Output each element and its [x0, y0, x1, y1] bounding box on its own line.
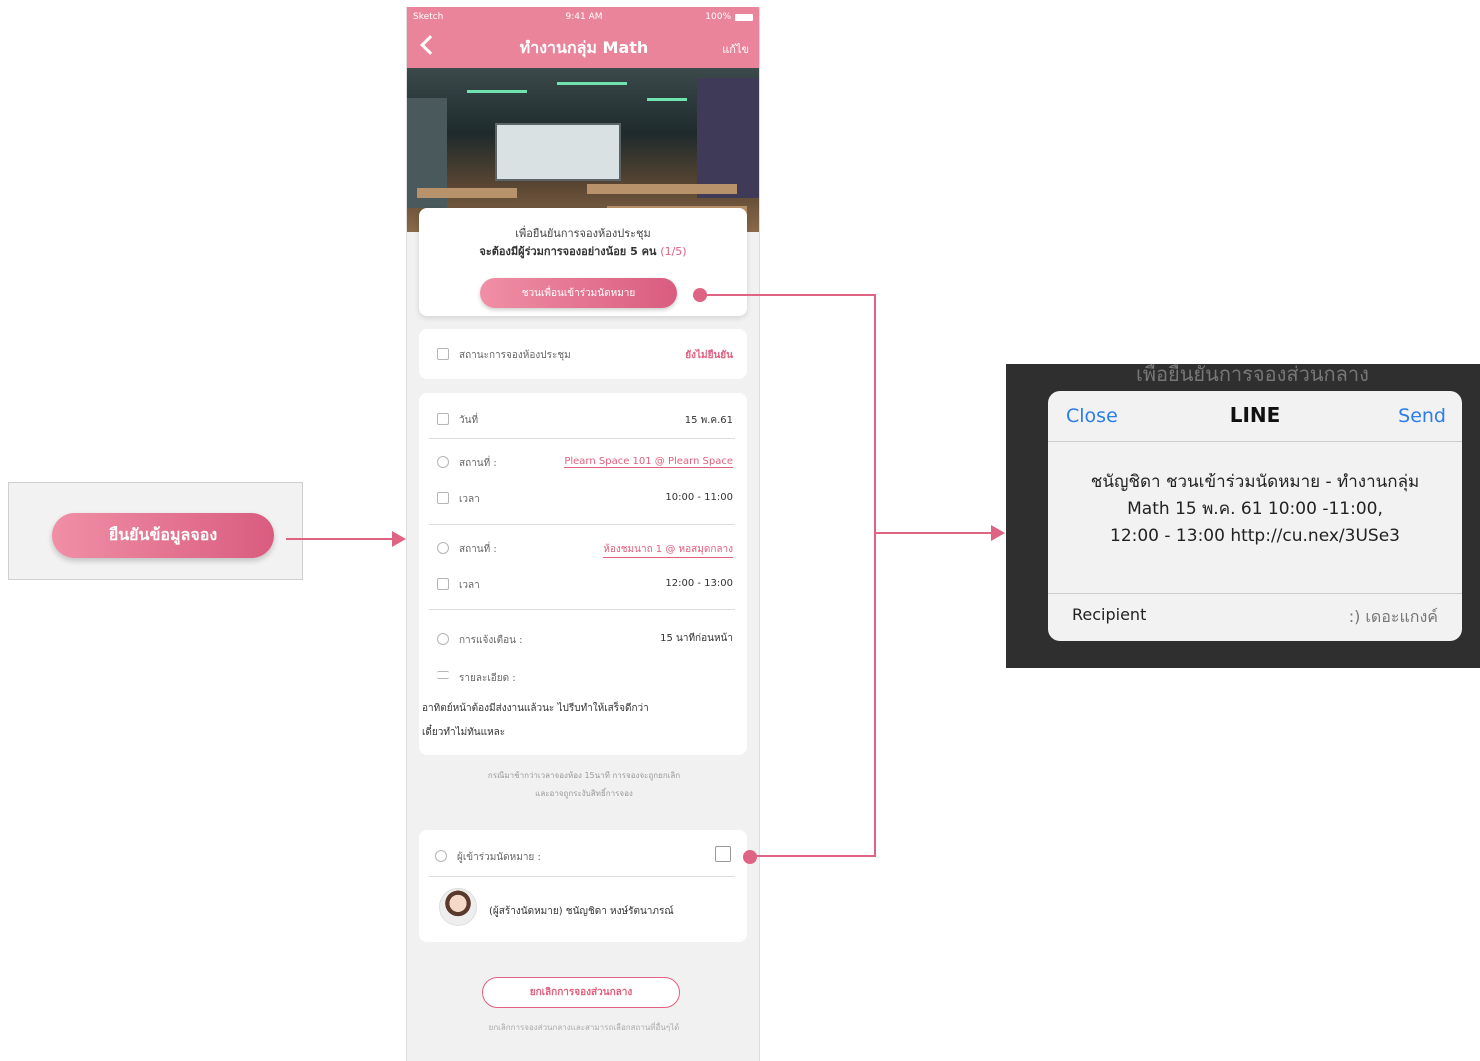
- share-icon[interactable]: [715, 846, 731, 862]
- place-label: สถานที่ :: [459, 458, 497, 469]
- divider: [1048, 441, 1462, 442]
- cancel-note: ยกเลิกการจองส่วนกลางและสามารถเลือกสถานที…: [488, 1023, 680, 1032]
- people-icon: [435, 850, 447, 862]
- creator-name: (ผู้สร้างนัดหมาย) ชนัญชิดา หงษ์รัตนาภรณ์: [489, 906, 674, 917]
- recipient-value[interactable]: :) เดอะแกงค์: [1349, 605, 1438, 630]
- battery-icon: [735, 14, 753, 21]
- date-label: วันที่: [459, 415, 479, 426]
- divider: [1048, 593, 1462, 594]
- invite-friends-button[interactable]: ชวนเพื่อนเข้าร่วมนัดหมาย: [480, 278, 677, 308]
- nav-bar: Sketch 9:41 AM 100% ทำงานกลุ่ม Math แก้ไ…: [407, 7, 759, 68]
- cancel-booking-button[interactable]: ยกเลิกการจองส่วนกลาง: [482, 977, 680, 1008]
- divider: [429, 438, 735, 439]
- photo-light: [557, 82, 627, 85]
- place-label: สถานที่ :: [459, 544, 497, 555]
- description-text: อาทิตย์หน้าต้องมีส่งงานแล้วนะ ไปรีบทำให้…: [422, 703, 649, 714]
- message-line: Math 15 พ.ค. 61 10:00 -11:00,: [1127, 499, 1383, 519]
- time-label: เวลา: [459, 580, 480, 591]
- photo-desk: [417, 188, 517, 198]
- line-share-dialog: Close LINE Send ชนัญชิดา ชวนเข้าร่วมนัดห…: [1048, 391, 1462, 641]
- projector-screen: [495, 123, 621, 181]
- battery-label: 100%: [705, 12, 731, 22]
- location-pin-icon: [437, 542, 449, 554]
- reminder-value: 15 นาทีก่อนหน้า: [660, 633, 733, 644]
- requirement-text: จะต้องมีผู้ร่วมการจองอย่างน้อย 5 คน (1/5…: [419, 242, 747, 260]
- message-line: ชนัญชิดา ชวนเข้าร่วมนัดหมาย - ทำงานกลุ่ม: [1090, 472, 1420, 492]
- photo-light: [647, 98, 687, 101]
- booking-status-label: สถานะการจองห้องประชุม: [459, 350, 571, 361]
- place-link[interactable]: ห้องชมนาถ 1 @ หอสมุดกลาง: [603, 542, 733, 558]
- booking-details-card: วันที่ 15 พ.ค.61 สถานที่ : Plearn Space …: [419, 393, 747, 755]
- connector-line: [286, 538, 392, 540]
- note-line: และอาจถูกระงับสิทธิ์การจอง: [535, 789, 633, 798]
- phone-screen: Sketch 9:41 AM 100% ทำงานกลุ่ม Math แก้ไ…: [406, 7, 760, 1061]
- recipient-label: Recipient: [1072, 605, 1147, 624]
- reminder-label: การแจ้งเตือน :: [459, 635, 523, 646]
- arrow-right-icon: [392, 531, 406, 547]
- page-title: ทำงานกลุ่ม Math: [519, 38, 649, 57]
- booking-status-value: ยังไม่ยืนยัน: [685, 350, 733, 361]
- divider: [429, 524, 735, 525]
- send-button[interactable]: Send: [1398, 405, 1446, 427]
- time-value: 12:00 - 13:00: [665, 578, 733, 589]
- calendar-icon: [437, 413, 449, 425]
- line-share-panel: เพื่อยืนยันการจองส่วนกลาง Close LINE Sen…: [1006, 364, 1480, 668]
- description-lines-icon: [437, 671, 449, 679]
- reminder-check-icon: [437, 633, 449, 645]
- document-icon: [437, 348, 449, 360]
- confirm-panel: ยืนยันข้อมูลจอง: [8, 482, 303, 580]
- photo-wall: [697, 78, 759, 198]
- arrow-right-icon: [991, 525, 1005, 541]
- message-line: 12:00 - 13:00 http://cu.nex/3USe3: [1110, 526, 1400, 546]
- share-message[interactable]: ชนัญชิดา ชวนเข้าร่วมนัดหมาย - ทำงานกลุ่ม…: [1068, 469, 1442, 550]
- booking-status-card: สถานะการจองห้องประชุม ยังไม่ยืนยัน: [419, 329, 747, 379]
- avatar: [439, 888, 477, 926]
- note-line: กรณีมาช้ากว่าเวลาจองห้อง 15นาที การจองจะ…: [487, 771, 681, 780]
- requirement-text: เพื่อยืนยันการจองห้องประชุม: [515, 227, 651, 240]
- divider: [429, 609, 735, 610]
- confirm-booking-button[interactable]: ยืนยันข้อมูลจอง: [52, 513, 274, 558]
- attendees-card: ผู้เข้าร่วมนัดหมาย : (ผู้สร้างนัดหมาย) ช…: [419, 830, 747, 942]
- location-pin-icon: [437, 456, 449, 468]
- late-arrival-note: กรณีมาช้ากว่าเวลาจองห้อง 15นาที การจองจะ…: [427, 767, 741, 803]
- attendees-label: ผู้เข้าร่วมนัดหมาย :: [457, 852, 541, 863]
- photo-desk: [587, 184, 737, 194]
- connector-dot: [743, 850, 757, 864]
- photo-light: [467, 90, 527, 93]
- calendar-icon: [437, 578, 449, 590]
- time-value: 10:00 - 11:00: [665, 492, 733, 503]
- background-text: เพื่อยืนยันการจองส่วนกลาง: [1136, 364, 1369, 386]
- requirement-text: จะต้องมีผู้ร่วมการจองอย่างน้อย 5 คน: [479, 245, 657, 258]
- divider: [429, 876, 735, 877]
- description-text: เดี๋ยวทำไม่ทันแหละ: [422, 727, 506, 738]
- description-label: รายละเอียด :: [459, 673, 516, 684]
- date-value: 15 พ.ค.61: [684, 415, 733, 426]
- time-label: เวลา: [459, 494, 480, 505]
- connector-line: [700, 294, 876, 296]
- participant-count: (1/5): [660, 245, 687, 258]
- place-link[interactable]: Plearn Space 101 @ Plearn Space: [564, 456, 733, 468]
- connector-line: [750, 855, 876, 857]
- connector-line: [874, 294, 876, 857]
- connector-line: [874, 532, 992, 534]
- edit-button[interactable]: แก้ไข: [722, 40, 749, 58]
- calendar-icon: [437, 492, 449, 504]
